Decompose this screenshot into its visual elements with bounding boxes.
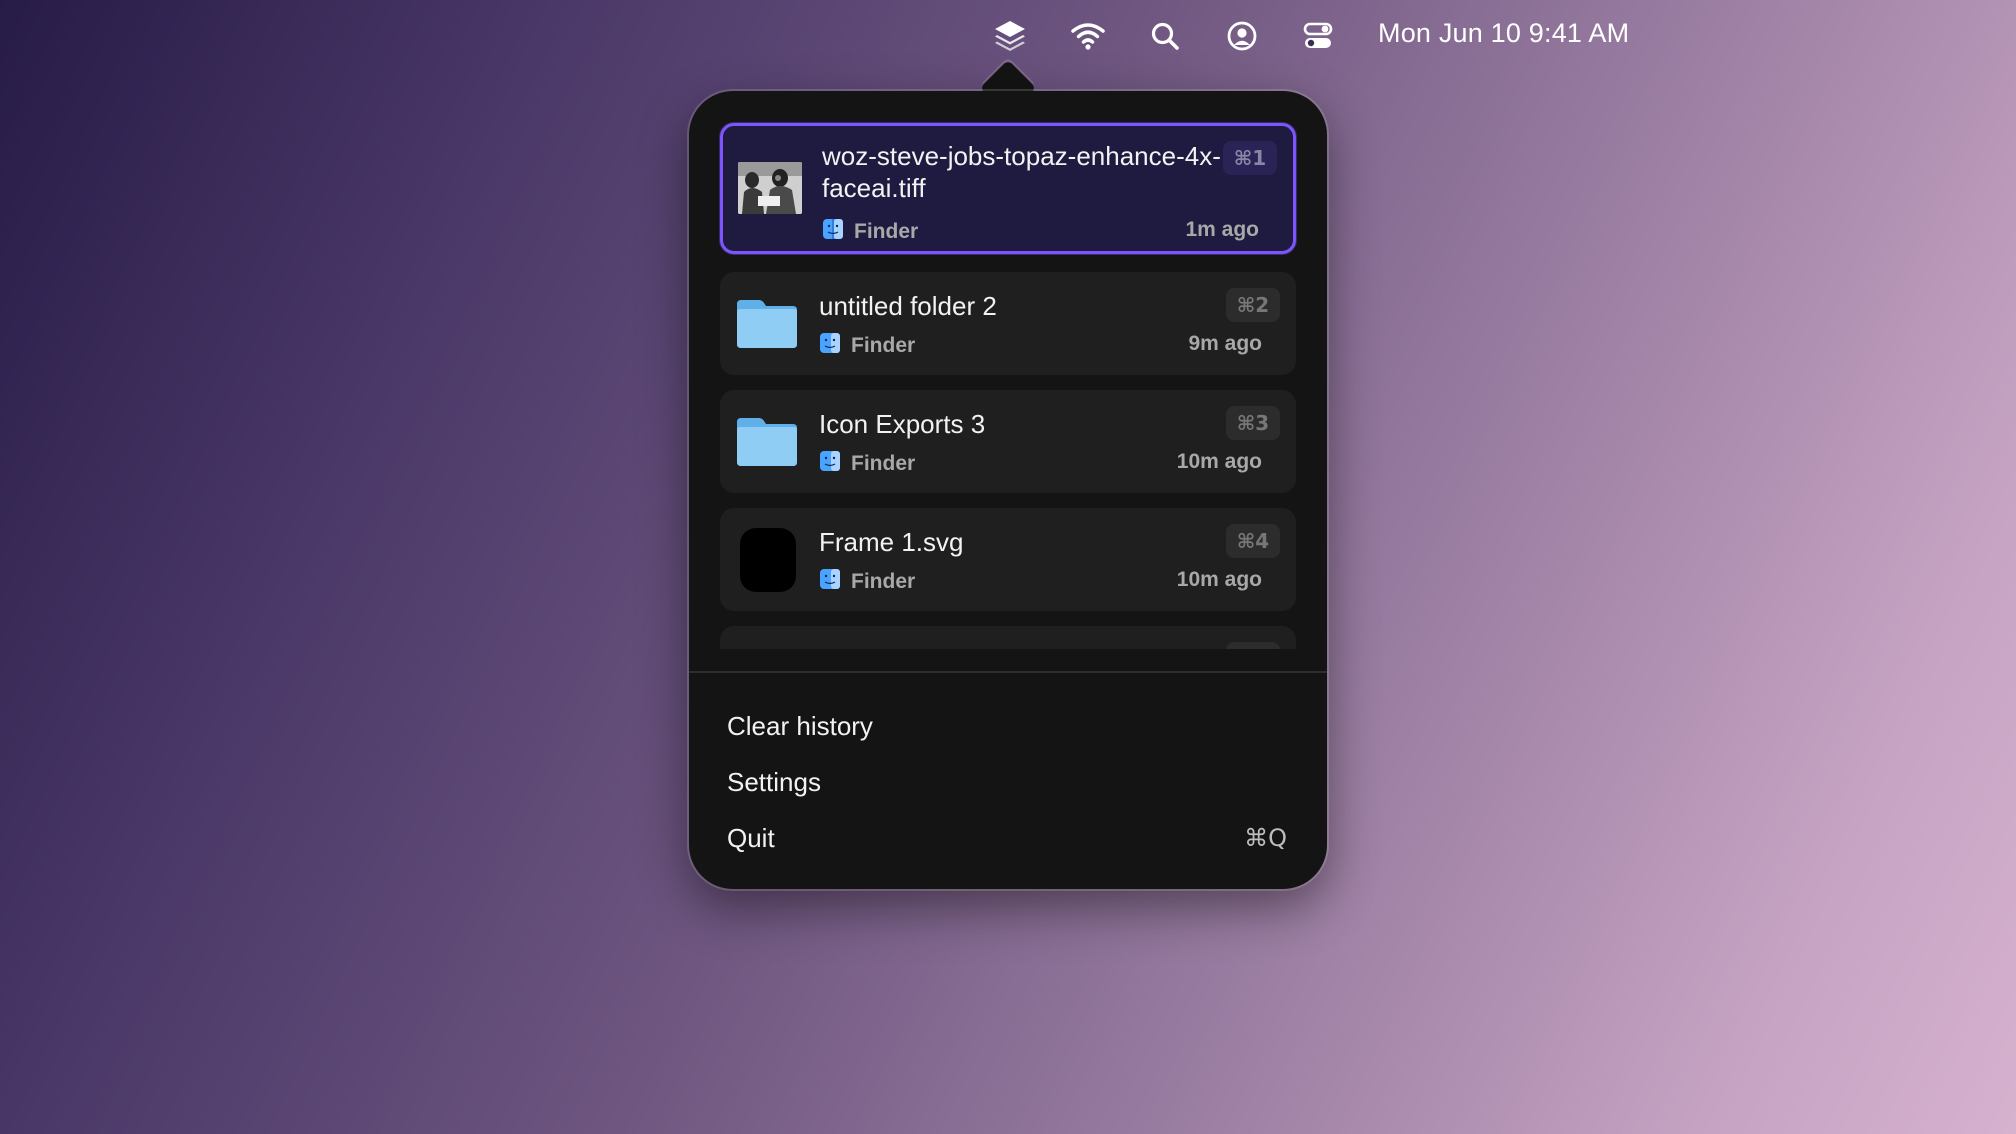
- shortcut-badge: [1226, 642, 1280, 649]
- app-label: Finder: [851, 569, 916, 593]
- item-title: Frame 1.svg: [819, 527, 964, 557]
- item-app: Finder: [819, 450, 915, 477]
- item-app: Finder: [819, 332, 915, 359]
- app-label: Finder: [854, 219, 919, 243]
- finder-icon: [819, 450, 841, 477]
- wifi-icon[interactable]: [1068, 16, 1108, 56]
- item-app: Finder: [819, 568, 915, 595]
- history-item-selected[interactable]: woz-steve-jobs-topaz-enhance-4x-faceai.t…: [720, 123, 1296, 254]
- history-list[interactable]: woz-steve-jobs-topaz-enhance-4x-faceai.t…: [689, 91, 1327, 649]
- shortcut-badge: ⌘4: [1226, 524, 1280, 558]
- finder-icon: [819, 332, 841, 359]
- menubar-clock[interactable]: Mon Jun 10 9:41 AM: [1378, 18, 1629, 49]
- stack-icon[interactable]: [990, 16, 1030, 56]
- photo-thumbnail: [738, 162, 802, 214]
- history-popover: woz-steve-jobs-topaz-enhance-4x-faceai.t…: [689, 91, 1327, 889]
- item-title: woz-steve-jobs-topaz-enhance-4x-faceai.t…: [822, 141, 1221, 203]
- user-icon[interactable]: [1222, 16, 1262, 56]
- folder-icon: [735, 410, 799, 474]
- item-title: Icon Exports 3: [819, 409, 986, 439]
- settings-menu-item[interactable]: Settings: [727, 767, 821, 798]
- history-item[interactable]: untitled folder 2 Finder 9m ago ⌘2: [720, 272, 1296, 375]
- shortcut-badge: ⌘2: [1226, 288, 1280, 322]
- history-item[interactable]: Icon Exports 3 Finder 10m ago ⌘3: [720, 390, 1296, 493]
- app-label: Finder: [851, 451, 916, 475]
- folder-icon: [735, 292, 799, 356]
- clear-history-menu-item[interactable]: Clear history: [727, 711, 873, 742]
- shortcut-badge: ⌘3: [1226, 406, 1280, 440]
- item-time: 10m ago: [1176, 450, 1262, 473]
- item-time: 1m ago: [1185, 218, 1259, 241]
- item-app: Finder: [822, 218, 918, 245]
- item-title: untitled folder 2: [819, 291, 997, 321]
- history-item[interactable]: Frame 1.svg Finder 10m ago ⌘4: [720, 508, 1296, 611]
- menu-divider: [689, 671, 1327, 673]
- item-time: 9m ago: [1188, 332, 1262, 355]
- finder-icon: [819, 568, 841, 595]
- item-time: 10m ago: [1176, 568, 1262, 591]
- quit-menu-item[interactable]: Quit: [727, 823, 775, 854]
- svg-file-icon: [740, 528, 796, 592]
- finder-icon: [822, 218, 844, 245]
- app-label: Finder: [851, 333, 916, 357]
- shortcut-badge: ⌘1: [1223, 141, 1277, 175]
- control-center-icon[interactable]: [1298, 16, 1338, 56]
- quit-shortcut: ⌘Q: [1244, 824, 1287, 852]
- search-icon[interactable]: [1145, 16, 1185, 56]
- history-item-partial[interactable]: [720, 626, 1296, 649]
